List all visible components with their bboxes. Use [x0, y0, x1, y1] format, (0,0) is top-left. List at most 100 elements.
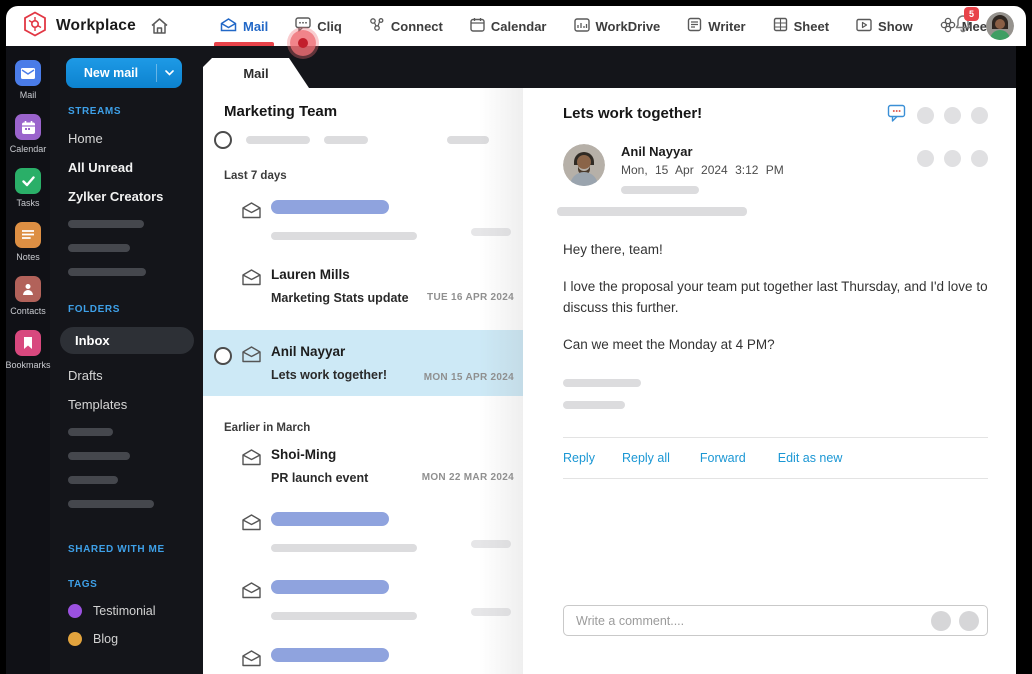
sender-name: Lauren Mills	[271, 267, 350, 282]
writer-icon	[687, 17, 702, 35]
nav-app-workdrive[interactable]: WorkDrive	[573, 6, 661, 46]
reply-link[interactable]: Reply	[563, 451, 595, 465]
rail-item-bookmarks[interactable]: Bookmarks	[6, 330, 51, 370]
tasks-app-icon	[15, 168, 41, 194]
sidebar-skeleton	[68, 500, 154, 508]
mail-date: MON 22 MAR 2024	[421, 472, 514, 483]
sidebar-item-drafts[interactable]: Drafts	[68, 368, 203, 383]
tag-label: Testimonial	[93, 604, 156, 618]
mail-row-skeleton[interactable]	[203, 190, 523, 248]
nav-app-calendar[interactable]: Calendar	[470, 6, 547, 46]
topbar-right: 5	[954, 6, 1014, 46]
mail-app-icon	[15, 60, 41, 86]
nav-app-connect[interactable]: Connect	[369, 6, 443, 46]
user-avatar[interactable]	[986, 12, 1014, 40]
mail-row-skeleton[interactable]	[203, 502, 523, 560]
nav-app-label: WorkDrive	[595, 18, 661, 34]
sidebar-item-zylker-creators[interactable]: Zylker Creators	[68, 189, 203, 204]
mail-row-shoi-ming[interactable]: Shoi-Ming PR launch event MON 22 MAR 202…	[203, 436, 523, 496]
notifications-bell-icon[interactable]: 5	[954, 7, 979, 38]
rail-label: Tasks	[16, 198, 40, 208]
content-shell: Mail Calendar Tasks Notes Contacts Bookm…	[6, 46, 1016, 674]
mail-row-lauren-mills[interactable]: Lauren Mills Marketing Stats update TUE …	[203, 256, 523, 316]
rail-label: Contacts	[10, 306, 46, 316]
comment-action-placeholder[interactable]	[931, 610, 951, 631]
toolbar-action-placeholder[interactable]	[971, 107, 988, 124]
select-all-checkbox[interactable]	[214, 131, 232, 149]
home-icon[interactable]	[150, 17, 169, 35]
toolbar-action-placeholder[interactable]	[944, 107, 961, 124]
mail-checkbox[interactable]	[214, 347, 232, 365]
envelope-icon	[241, 269, 262, 291]
sender-block: Anil Nayyar Mon, 15 Apr 2024 3:12 PM	[563, 144, 988, 194]
envelope-icon	[241, 202, 262, 224]
envelope-open-icon	[241, 346, 262, 368]
message-timestamp: Mon, 15 Apr 2024 3:12 PM	[621, 163, 784, 177]
tag-label: Blog	[93, 632, 119, 646]
toolbar-skeleton	[324, 136, 368, 144]
nav-app-show[interactable]: Show	[856, 6, 913, 46]
tab-mail[interactable]: Mail	[203, 58, 309, 88]
sender-avatar	[563, 144, 605, 186]
nav-app-label: Cliq	[317, 18, 342, 34]
edit-as-new-link[interactable]: Edit as new	[778, 451, 843, 465]
section-label: Earlier in March	[224, 422, 311, 434]
recipient-skeleton	[557, 207, 747, 216]
new-mail-button[interactable]: New mail	[66, 58, 182, 88]
top-navigation-bar: Workplace Mail Cliq Connect Calendar Wor…	[6, 6, 1026, 46]
sidebar-item-home[interactable]: Home	[68, 131, 203, 146]
comment-input[interactable]	[564, 613, 931, 628]
mail-date: TUE 16 APR 2024	[427, 292, 514, 303]
connect-icon	[369, 17, 385, 35]
mail-list-panel: Marketing Team Last 7 days Lauren Mills …	[203, 88, 523, 674]
sidebar-skeleton	[68, 268, 146, 276]
sidebar-item-templates[interactable]: Templates	[68, 397, 203, 412]
nav-app-label: Writer	[708, 18, 746, 34]
comment-box	[563, 605, 988, 636]
toolbar-skeleton	[447, 136, 489, 144]
rail-item-mail[interactable]: Mail	[6, 60, 50, 100]
brand[interactable]: Workplace	[22, 10, 136, 42]
mail-row-skeleton[interactable]	[203, 570, 523, 628]
message-actions: Reply Reply all Forward Edit as new	[563, 438, 988, 478]
toolbar-action-placeholder[interactable]	[944, 150, 961, 167]
nav-app-mail[interactable]: Mail	[213, 6, 275, 46]
comment-bubble-icon[interactable]	[887, 103, 907, 128]
envelope-icon	[241, 650, 262, 672]
subject-skeleton	[271, 232, 417, 240]
rail-label: Mail	[19, 90, 37, 100]
rail-item-tasks[interactable]: Tasks	[6, 168, 50, 208]
mail-sidebar: New mail STREAMS Home All Unread Zylker …	[50, 46, 203, 674]
reply-all-link[interactable]: Reply all	[622, 451, 670, 465]
sidebar-item-inbox[interactable]: Inbox	[60, 327, 194, 354]
comment-action-placeholder[interactable]	[959, 610, 979, 631]
rail-item-contacts[interactable]: Contacts	[6, 276, 50, 316]
new-mail-label: New mail	[83, 66, 139, 80]
nav-app-writer[interactable]: Writer	[687, 6, 746, 46]
toolbar-action-placeholder[interactable]	[971, 150, 988, 167]
mail-row-anil-nayyar-selected[interactable]: Anil Nayyar Lets work together! MON 15 A…	[203, 330, 523, 396]
rail-item-notes[interactable]: Notes	[6, 222, 50, 262]
nav-app-sheet[interactable]: Sheet	[773, 6, 829, 46]
sidebar-skeleton	[68, 428, 113, 436]
subject-skeleton	[271, 544, 417, 552]
sidebar-skeleton	[68, 476, 118, 484]
calendar-app-icon	[15, 114, 41, 140]
forward-link[interactable]: Forward	[700, 451, 746, 465]
sidebar-skeleton	[68, 452, 130, 460]
subject-skeleton	[271, 612, 417, 620]
app-icon-rail: Mail Calendar Tasks Notes Contacts Bookm…	[6, 46, 51, 674]
tag-testimonial[interactable]: Testimonial	[68, 604, 203, 618]
toolbar-action-placeholder[interactable]	[917, 107, 934, 124]
sender-skeleton	[271, 200, 389, 214]
brand-name: Workplace	[56, 17, 136, 34]
mail-row-skeleton[interactable]	[203, 638, 523, 674]
tag-blog[interactable]: Blog	[68, 632, 203, 646]
chevron-down-icon[interactable]	[156, 64, 182, 82]
sidebar-item-all-unread[interactable]: All Unread	[68, 160, 203, 175]
signature-skeleton	[563, 379, 641, 387]
rail-item-calendar[interactable]: Calendar	[6, 114, 50, 154]
sender-skeleton	[271, 580, 389, 594]
envelope-icon	[241, 514, 262, 536]
toolbar-action-placeholder[interactable]	[917, 150, 934, 167]
